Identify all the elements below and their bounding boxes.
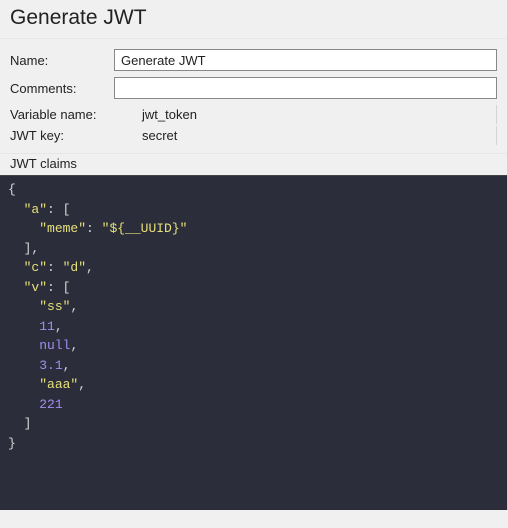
code-token: { [8, 182, 16, 197]
code-token: 11 [39, 319, 55, 334]
code-token: "aaa" [39, 377, 78, 392]
code-token: : [47, 260, 63, 275]
row-name: Name: [10, 49, 497, 71]
jwt-config-panel: Generate JWT Name: Comments: Variable na… [0, 0, 508, 510]
code-token: , [78, 377, 86, 392]
code-token [8, 280, 24, 295]
code-token: : [86, 221, 102, 236]
code-token: "a" [24, 202, 47, 217]
code-token [8, 202, 24, 217]
page-title: Generate JWT [0, 0, 507, 38]
code-token [8, 377, 39, 392]
code-token: : [ [47, 202, 70, 217]
code-token [8, 397, 39, 412]
row-jwt-key: JWT key: secret [10, 126, 497, 145]
code-token: } [8, 436, 16, 451]
code-token: : [ [47, 280, 70, 295]
variable-name-label: Variable name: [10, 107, 134, 122]
code-token [8, 319, 39, 334]
jwt-claims-editor[interactable]: { "a": [ "meme": "${__UUID}" ], "c": "d"… [0, 175, 507, 510]
code-token: "meme" [39, 221, 86, 236]
form-area: Name: Comments: Variable name: jwt_token… [0, 38, 507, 154]
code-token: 221 [39, 397, 62, 412]
code-token [8, 299, 39, 314]
code-token [8, 338, 39, 353]
comments-input[interactable] [114, 77, 497, 99]
code-token: "c" [24, 260, 47, 275]
jwt-key-value[interactable]: secret [138, 126, 497, 145]
code-token: , [70, 299, 78, 314]
code-token: null [39, 338, 70, 353]
code-token: , [86, 260, 94, 275]
code-token: "d" [63, 260, 86, 275]
code-token: "${__UUID}" [102, 221, 188, 236]
code-token: , [63, 358, 71, 373]
row-variable-name: Variable name: jwt_token [10, 105, 497, 124]
comments-label: Comments: [10, 81, 110, 96]
code-token [8, 416, 24, 431]
code-token [8, 260, 24, 275]
code-token: 3.1 [39, 358, 62, 373]
code-token [8, 221, 39, 236]
code-token [8, 241, 24, 256]
code-token: , [55, 319, 63, 334]
name-input[interactable] [114, 49, 497, 71]
code-token: ], [24, 241, 40, 256]
jwt-claims-label: JWT claims [0, 154, 507, 175]
code-token: "v" [24, 280, 47, 295]
code-token: ] [24, 416, 32, 431]
code-token: "ss" [39, 299, 70, 314]
row-comments: Comments: [10, 77, 497, 99]
jwt-key-label: JWT key: [10, 128, 134, 143]
code-token [8, 358, 39, 373]
variable-name-value[interactable]: jwt_token [138, 105, 497, 124]
name-label: Name: [10, 53, 110, 68]
code-token: , [70, 338, 78, 353]
